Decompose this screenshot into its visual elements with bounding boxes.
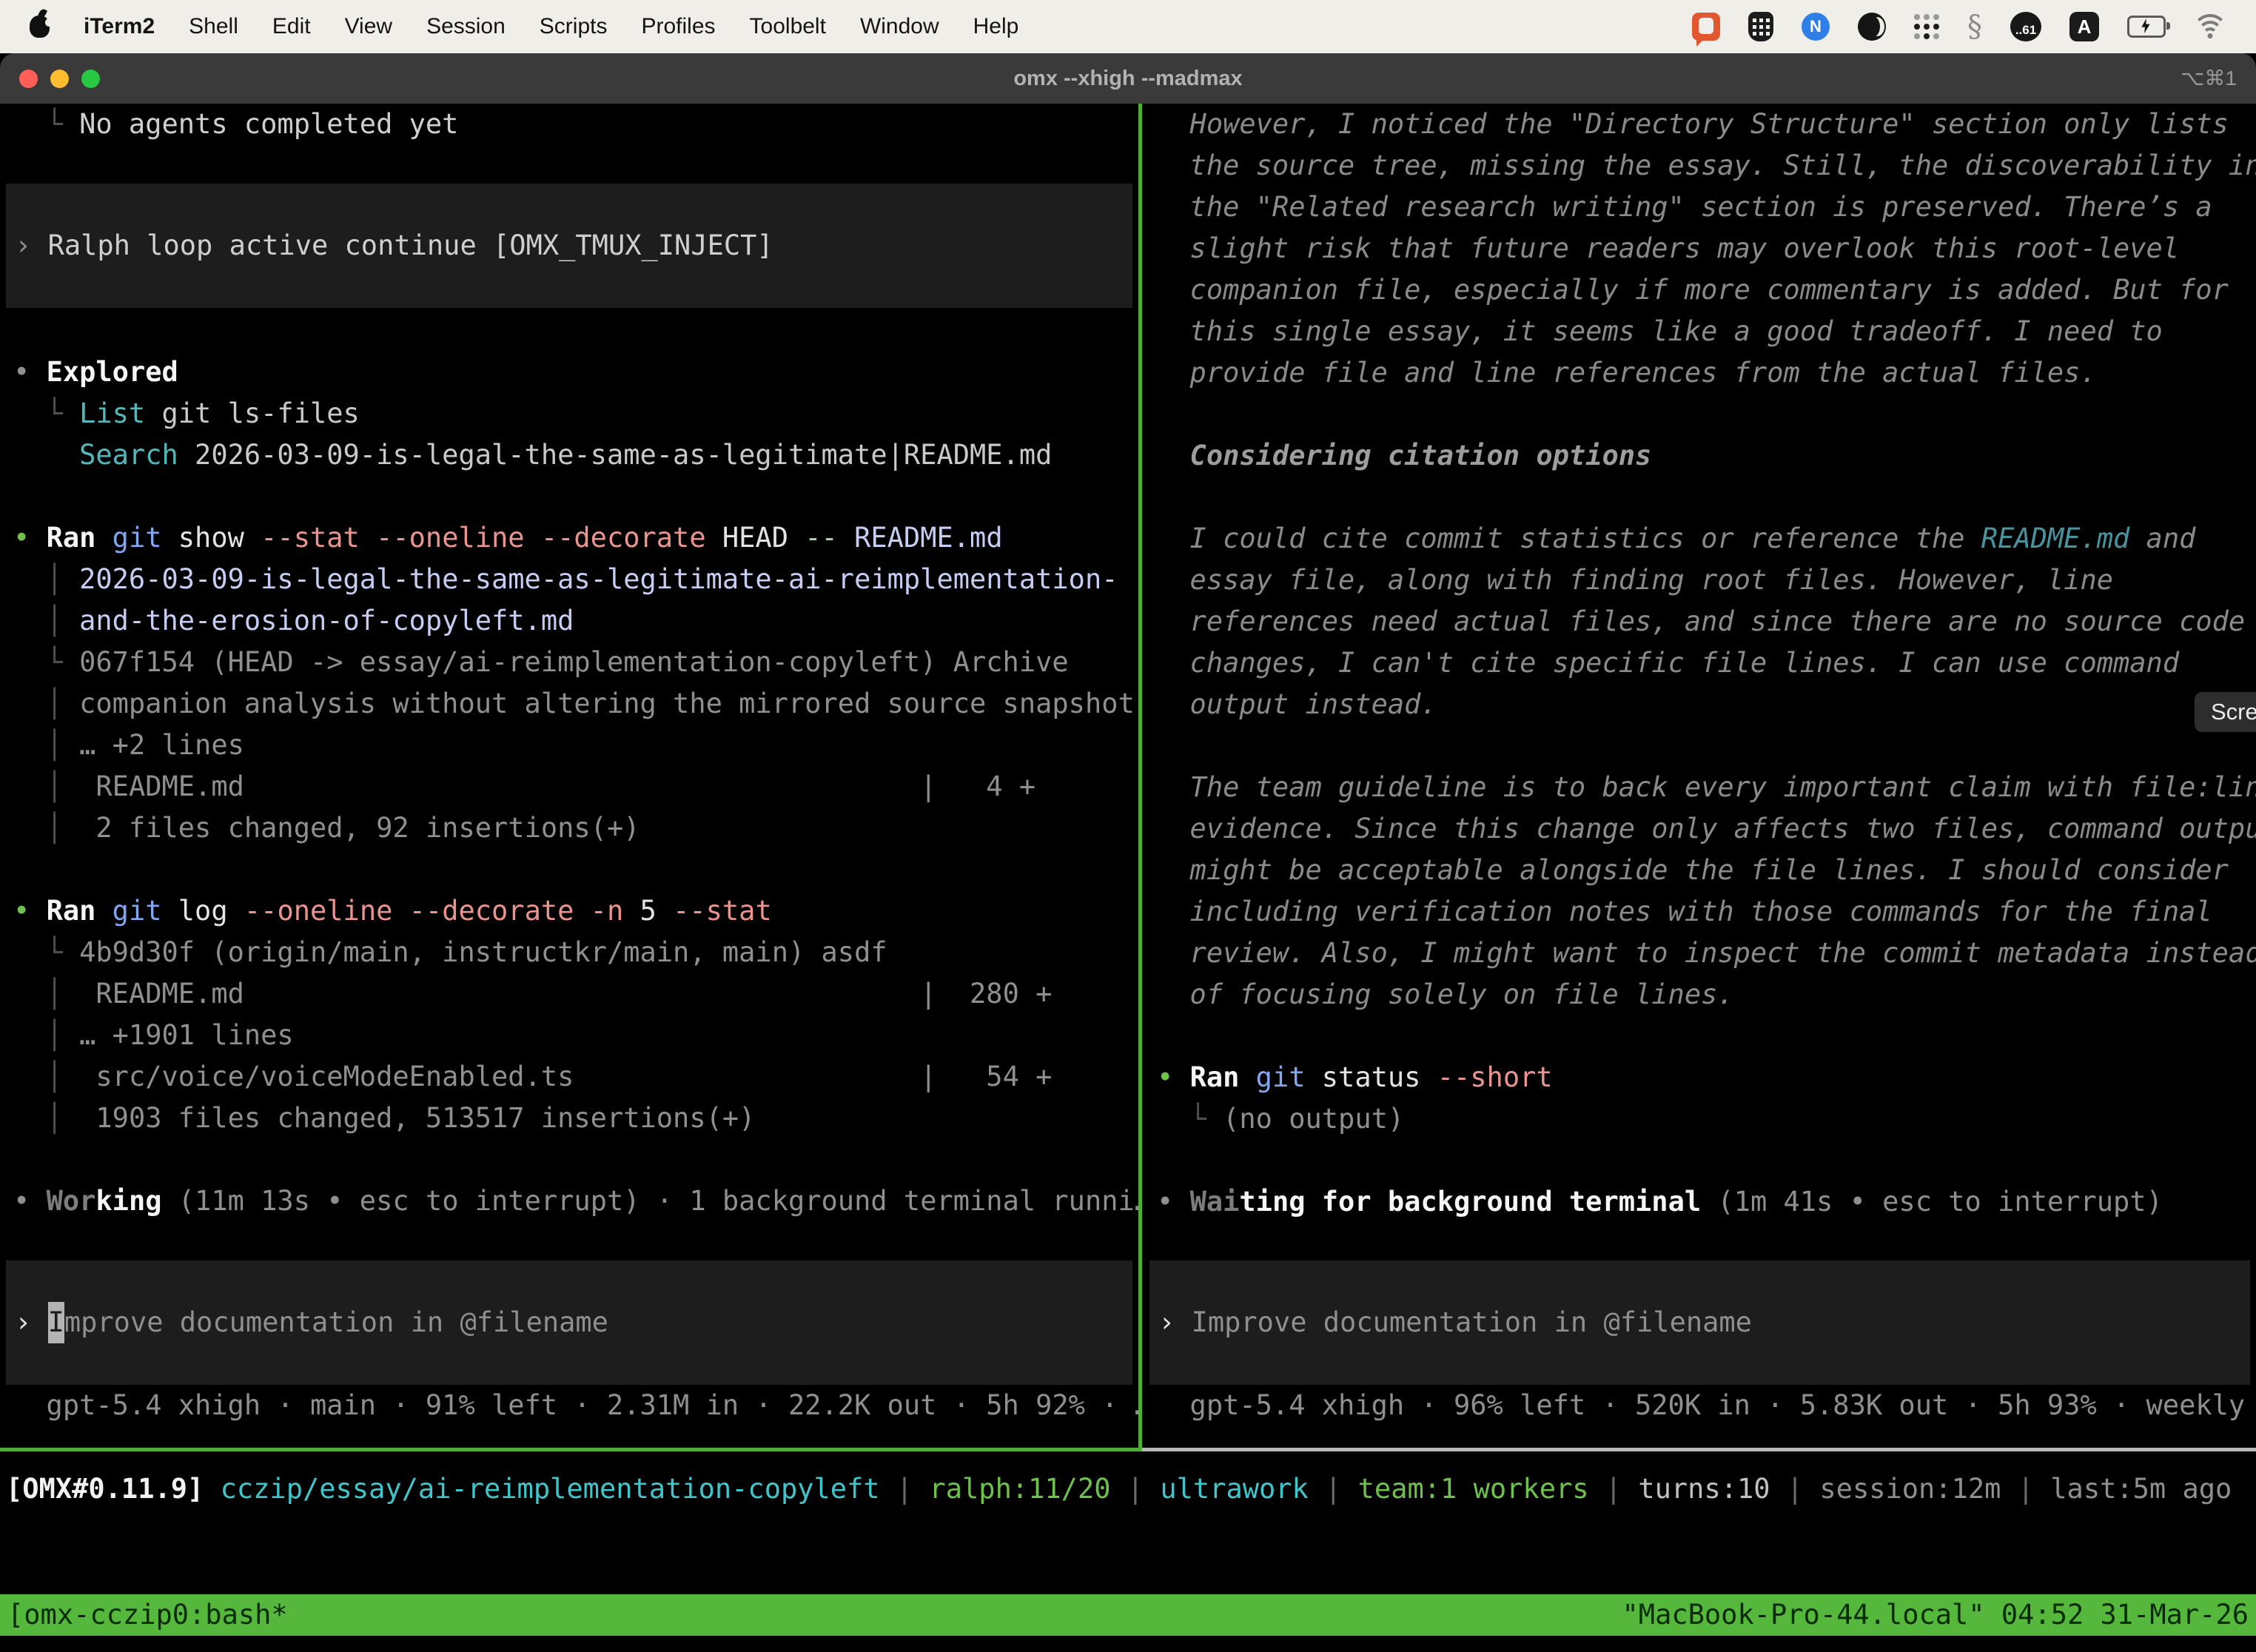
badge-61-icon[interactable]: ..61 — [2010, 12, 2041, 41]
terminal-line: essay file, along with finding root file… — [1144, 560, 2256, 601]
terminal-line — [0, 145, 1138, 184]
terminal-line: of focusing solely on file lines. — [1144, 974, 2256, 1015]
terminal-line: └ 067f154 (HEAD -> essay/ai-reimplementa… — [0, 642, 1138, 683]
terminal-line: Search 2026-03-09-is-legal-the-same-as-l… — [0, 434, 1138, 476]
tmux-status-bar: [omx-cczip0:bash* "MacBook-Pro-44.local"… — [0, 1594, 2256, 1636]
terminal-line — [1144, 1015, 2256, 1057]
terminal-line: • Waiting for background terminal (1m 41… — [1144, 1181, 2256, 1223]
inactive-pane-border — [1142, 1448, 2256, 1451]
terminal-line: gpt-5.4 xhigh · 96% left · 520K in · 5.8… — [1144, 1385, 2256, 1426]
pane-divider[interactable] — [1138, 104, 1142, 1448]
tmux-session-label: [omx-cczip0:bash* — [7, 1594, 288, 1636]
terminal-line: • Ran git log --oneline --decorate -n 5 … — [0, 890, 1138, 932]
window-shortcut: ⌥⌘1 — [2181, 53, 2237, 104]
terminal-line: │ 2 files changed, 92 insertions(+) — [0, 807, 1138, 849]
terminal-line — [1144, 725, 2256, 767]
chat-icon[interactable] — [1692, 13, 1720, 41]
menu-item-profiles[interactable]: Profiles — [641, 14, 715, 39]
sync-icon[interactable]: N — [1802, 13, 1830, 41]
shield-icon[interactable] — [1748, 12, 1773, 41]
terminal-line: • Ran git status --short — [1144, 1057, 2256, 1098]
terminal-line: └ 4b9d30f (origin/main, instructkr/main,… — [0, 932, 1138, 973]
iterm-window: omx --xhigh --madmax ⌥⌘1 └ No agents com… — [0, 53, 2256, 1652]
terminal-line — [1144, 1140, 2256, 1181]
screen-overlay-pill[interactable]: Scre — [2195, 692, 2256, 732]
terminal-line — [0, 308, 1138, 352]
active-pane-border — [0, 1448, 1142, 1451]
terminal-line: The team guideline is to back every impo… — [1144, 767, 2256, 808]
terminal-line: └ List git ls-files — [0, 393, 1138, 434]
terminal-line: └ (no output) — [1144, 1098, 2256, 1140]
terminal-line: │ and-the-erosion-of-copyleft.md — [0, 600, 1138, 642]
terminal-line: │ … +2 lines — [0, 725, 1138, 766]
dots-grid-icon[interactable] — [1914, 14, 1939, 39]
terminal-line: the "Related research writing" section i… — [1144, 187, 2256, 228]
terminal-line: slight risk that future readers may over… — [1144, 228, 2256, 269]
tmux-host-clock: "MacBook-Pro-44.local" 04:52 31-Mar-26 — [1622, 1594, 2249, 1636]
menu-item-iterm2[interactable]: iTerm2 — [84, 14, 155, 39]
terminal-line: However, I noticed the "Directory Struct… — [1144, 104, 2256, 145]
terminal-line: output instead. — [1144, 684, 2256, 725]
terminal-line — [1144, 1223, 2256, 1260]
apple-menu-icon[interactable] — [30, 16, 50, 38]
terminal-line: • Explored — [0, 352, 1138, 393]
terminal-line: │ README.md | 280 + — [0, 973, 1138, 1015]
terminal-line — [1144, 394, 2256, 435]
window-titlebar[interactable]: omx --xhigh --madmax ⌥⌘1 — [0, 53, 2256, 104]
terminal-line: the source tree, missing the essay. Stil… — [1144, 145, 2256, 187]
terminal-line: │ companion analysis without altering th… — [0, 683, 1138, 725]
terminal-area[interactable]: └ No agents completed yet › Ralph loop ac… — [0, 104, 2256, 1652]
terminal-line: might be acceptable alongside the file l… — [1144, 850, 2256, 891]
terminal-line: │ README.md | 4 + — [0, 766, 1138, 807]
right-pane[interactable]: However, I noticed the "Directory Struct… — [1144, 104, 2256, 1448]
terminal-line — [1144, 477, 2256, 518]
terminal-line: Considering citation options — [1144, 435, 2256, 477]
menu-item-shell[interactable]: Shell — [189, 14, 238, 39]
terminal-line: references need actual files, and since … — [1144, 601, 2256, 642]
wifi-icon[interactable] — [2194, 14, 2226, 39]
prompt-input[interactable]: › Ralph loop active continue [OMX_TMUX_I… — [6, 184, 1132, 308]
input-source-icon[interactable]: A — [2069, 12, 2099, 41]
omx-status-line: [OMX#0.11.9] cczip/essay/ai-reimplementa… — [6, 1468, 2256, 1510]
pie-chart-icon[interactable] — [1858, 13, 1886, 41]
terminal-line: evidence. Since this change only affects… — [1144, 808, 2256, 850]
menu-item-session[interactable]: Session — [426, 14, 506, 39]
menu-item-window[interactable]: Window — [860, 14, 939, 39]
terminal-line — [0, 1139, 1138, 1181]
menu-item-help[interactable]: Help — [973, 14, 1019, 39]
window-title: omx --xhigh --madmax — [0, 53, 2256, 104]
terminal-line: │ … +1901 lines — [0, 1015, 1138, 1056]
menu-items: iTerm2 Shell Edit View Session Scripts Profile… — [84, 14, 1053, 39]
terminal-line — [0, 476, 1138, 517]
terminal-line: provide file and line references from th… — [1144, 352, 2256, 394]
menu-item-edit[interactable]: Edit — [272, 14, 311, 39]
terminal-line: changes, I can't cite specific file line… — [1144, 642, 2256, 684]
terminal-line: companion file, especially if more comme… — [1144, 269, 2256, 311]
terminal-line — [0, 849, 1138, 890]
menu-item-scripts[interactable]: Scripts — [540, 14, 608, 39]
terminal-line: including verification notes with those … — [1144, 891, 2256, 933]
terminal-line: this single essay, it seems like a good … — [1144, 311, 2256, 352]
battery-icon[interactable] — [2127, 16, 2166, 38]
prompt-input[interactable]: › Improve documentation in @filename — [6, 1260, 1132, 1385]
terminal-line: │ 2026-03-09-is-legal-the-same-as-legiti… — [0, 559, 1138, 600]
prompt-input[interactable]: › Improve documentation in @filename — [1149, 1260, 2250, 1385]
menu-item-toolbelt[interactable]: Toolbelt — [750, 14, 826, 39]
terminal-line: • Ran git show --stat --oneline --decora… — [0, 517, 1138, 559]
left-pane[interactable]: └ No agents completed yet › Ralph loop ac… — [0, 104, 1138, 1448]
screen: iTerm2 Shell Edit View Session Scripts Profile… — [0, 0, 2256, 1652]
terminal-line: review. Also, I might want to inspect th… — [1144, 933, 2256, 974]
terminal-line: I could cite commit statistics or refere… — [1144, 518, 2256, 560]
terminal-line: • Working (11m 13s • esc to interrupt) ·… — [0, 1181, 1138, 1222]
terminal-line: └ No agents completed yet — [0, 104, 1138, 145]
menu-item-view[interactable]: View — [345, 14, 392, 39]
status-icons: N § ..61 A — [1692, 10, 2226, 44]
terminal-line: │ src/voice/voiceModeEnabled.ts | 54 + — [0, 1056, 1138, 1098]
squiggle-icon[interactable]: § — [1967, 10, 1982, 44]
menu-bar: iTerm2 Shell Edit View Session Scripts Profile… — [0, 0, 2256, 53]
terminal-line: │ 1903 files changed, 513517 insertions(… — [0, 1098, 1138, 1139]
terminal-line: gpt-5.4 xhigh · main · 91% left · 2.31M … — [0, 1385, 1138, 1426]
terminal-line — [0, 1222, 1138, 1260]
